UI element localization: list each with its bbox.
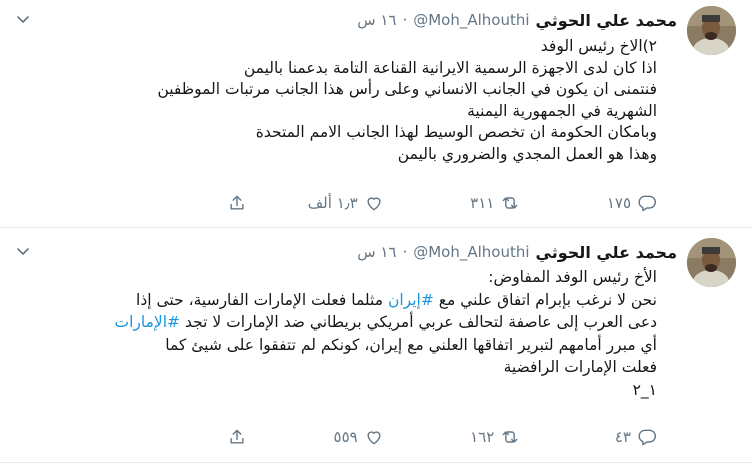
like-button[interactable]: ١٫٣ ألف <box>284 193 384 213</box>
avatar[interactable] <box>687 6 736 55</box>
tweet-text: ٢)الاخ رئيس الوفد اذا كان لدى الاجهزة ال… <box>87 36 657 165</box>
tweet-line: أي مبرر أمامهم لتبرير اتفاقها العلني مع … <box>165 335 657 354</box>
user-handle[interactable]: @Moh_Alhouthi <box>413 11 529 29</box>
tweet-line: وبامكان الحكومة ان تخصص الوسيط لهذا الجا… <box>255 123 657 141</box>
tweet-line: نحن لا نرغب بإبرام اتفاق علني مع #إيران … <box>77 289 657 312</box>
share-icon <box>230 195 244 210</box>
retweet-icon <box>502 197 518 209</box>
tweet[interactable]: محمد علي الحوثي @Moh_Alhouthi · ١٦ س الأ… <box>0 228 752 463</box>
retweet-button[interactable]: ١٦٢ <box>420 427 520 447</box>
tweet-line: ٢)الاخ رئيس الوفد <box>540 37 657 55</box>
tweet[interactable]: محمد علي الحوثي @Moh_Alhouthi · ١٦ س ٢)ا… <box>0 0 752 228</box>
tweet-line: ١_٢ <box>632 380 657 399</box>
reply-count: ١٧٥ <box>606 194 631 212</box>
reply-count: ٤٣ <box>614 428 631 446</box>
display-name[interactable]: محمد علي الحوثي <box>536 11 677 30</box>
heart-icon <box>367 431 381 445</box>
chevron-down-icon[interactable] <box>14 10 32 28</box>
reply-button[interactable]: ٤٣ <box>557 427 657 447</box>
tweet-header: محمد علي الحوثي @Moh_Alhouthi · ١٦ س <box>357 8 677 32</box>
share-button[interactable] <box>227 193 247 213</box>
separator: · <box>402 11 408 29</box>
retweet-icon <box>502 431 518 443</box>
like-button[interactable]: ٥٥٩ <box>284 427 384 447</box>
retweet-count: ١٦٢ <box>470 428 495 446</box>
tweet-line: وهذا هو العمل المجدي والضروري باليمن <box>397 144 657 163</box>
tweet-actions: ١٧٥ ٣١١ ١٫٣ ألف <box>227 190 657 216</box>
timeline: محمد علي الحوثي @Moh_Alhouthi · ١٦ س ٢)ا… <box>0 0 752 463</box>
hashtag-link[interactable]: #الإمارات <box>114 313 180 331</box>
tweet-text: الأخ رئيس الوفد المفاوض: نحن لا نرغب بإب… <box>77 266 657 401</box>
avatar[interactable] <box>687 238 736 287</box>
share-button[interactable] <box>227 427 247 447</box>
tweet-line: فنتمنى ان يكون في الجانب الانساني وعلى ر… <box>157 80 657 98</box>
reply-icon <box>638 195 657 212</box>
tweet-line: دعى العرب إلى عاصفة لتحالف عربي أمريكي ب… <box>77 311 657 334</box>
reply-button[interactable]: ١٧٥ <box>557 193 657 213</box>
like-count: ٥٥٩ <box>333 428 358 446</box>
chevron-down-icon[interactable] <box>14 242 32 260</box>
timestamp[interactable]: ١٦ س <box>357 243 396 261</box>
tweet-actions: ٤٣ ١٦٢ ٥٥٩ <box>227 424 657 450</box>
tweet-line: اذا كان لدى الاجهزة الرسمية الايرانية ال… <box>243 58 657 77</box>
display-name[interactable]: محمد علي الحوثي <box>536 243 677 262</box>
separator: · <box>402 243 408 261</box>
tweet-text-segment: مثلما فعلت الإمارات الفارسية، حتى إذا <box>136 290 388 309</box>
retweet-count: ٣١١ <box>470 194 495 212</box>
heart-icon <box>367 197 381 211</box>
tweet-header: محمد علي الحوثي @Moh_Alhouthi · ١٦ س <box>357 240 677 264</box>
share-icon <box>230 429 244 444</box>
tweet-line: الأخ رئيس الوفد المفاوض: <box>488 268 657 286</box>
like-count: ١٫٣ ألف <box>307 194 358 212</box>
retweet-button[interactable]: ٣١١ <box>420 193 520 213</box>
user-handle[interactable]: @Moh_Alhouthi <box>413 243 529 261</box>
tweet-line: فعلت الإمارات الرافضية <box>503 358 657 376</box>
tweet-text-segment: نحن لا نرغب بإبرام اتفاق علني مع <box>433 290 657 309</box>
reply-icon <box>638 429 657 446</box>
hashtag-link[interactable]: #إيران <box>388 291 434 309</box>
timestamp[interactable]: ١٦ س <box>357 11 396 29</box>
tweet-line: الشهرية في الجمهورية اليمنية <box>467 101 657 120</box>
tweet-text-segment: دعى العرب إلى عاصفة لتحالف عربي أمريكي ب… <box>180 313 657 331</box>
